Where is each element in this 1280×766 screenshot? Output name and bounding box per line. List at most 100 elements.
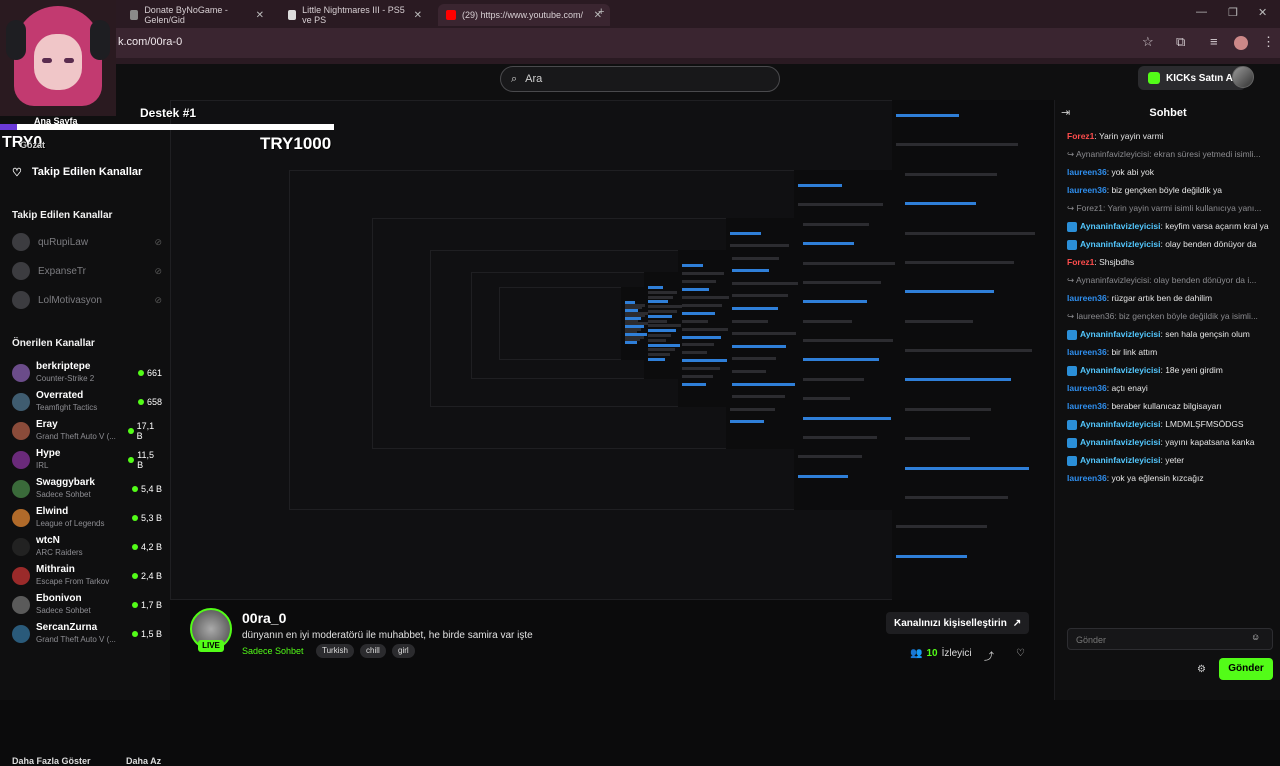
chat-username[interactable]: laureen36	[1067, 185, 1107, 195]
browser-tab-nightmares[interactable]: Little Nightmares III - PS5 ve PS ✕	[280, 4, 430, 26]
chat-username[interactable]: laureen36	[1067, 167, 1107, 177]
avatar[interactable]	[1232, 66, 1254, 88]
nested-chat-line	[895, 525, 988, 529]
category-link[interactable]: Sadece Sohbet	[242, 646, 304, 656]
chat-username[interactable]: Forez1	[1067, 131, 1094, 141]
chat-username[interactable]: Aynaninfavizleyicisi	[1080, 221, 1160, 231]
tab-title: Donate ByNoGame - Gelen/Gid	[144, 5, 228, 25]
chat-username[interactable]: Forez1	[1067, 257, 1094, 267]
badge-icon	[1067, 455, 1077, 466]
chat-text: LMDMLŞFMSÖDGS	[1165, 419, 1244, 429]
show-more-button[interactable]: Daha Fazla Göster	[12, 756, 91, 766]
new-tab-icon[interactable]: +	[598, 6, 604, 18]
badge-icon	[1067, 419, 1077, 430]
chat-username[interactable]: laureen36	[1067, 473, 1107, 483]
chat-username[interactable]: Aynaninfavizleyicisi	[1080, 329, 1160, 339]
chat-username[interactable]: Aynaninfavizleyicisi	[1080, 239, 1160, 249]
video-player[interactable]	[170, 100, 1050, 600]
chat-username[interactable]: Aynaninfavizleyicisi	[1080, 365, 1160, 375]
chat-username[interactable]: laureen36	[1067, 383, 1107, 393]
chat-username[interactable]: laureen36	[1067, 293, 1107, 303]
recommended-channel-item[interactable]: Mithrain Escape From Tarkov 2,4 B	[12, 563, 162, 589]
close-icon[interactable]: ✕	[256, 10, 264, 21]
chat-message: Aynaninfavizleyicisi: keyfim varsa açarı…	[1067, 220, 1275, 232]
send-button[interactable]: Gönder	[1219, 658, 1273, 680]
chat-username[interactable]: laureen36	[1067, 401, 1107, 411]
share-icon[interactable]: ⤴	[984, 648, 994, 663]
nested-chat-line	[797, 280, 882, 284]
viewer-label: İzleyici	[941, 648, 972, 659]
channel-info: Overrated Teamfight Tactics	[36, 390, 124, 414]
extensions-icon[interactable]: ⧉	[1176, 34, 1185, 50]
nested-chat-line	[681, 351, 708, 355]
follow-icon[interactable]: ♡	[1016, 648, 1025, 659]
recommended-channel-item[interactable]: Ebonivon Sadece Sohbet 1,7 B	[12, 592, 162, 618]
maximize-icon[interactable]: ❐	[1228, 6, 1238, 19]
offline-icon: ⊘	[154, 236, 162, 247]
bookmark-star-icon[interactable]: ☆	[1142, 34, 1154, 50]
tag[interactable]: chill	[360, 644, 386, 658]
browser-tab-donate[interactable]: Donate ByNoGame - Gelen/Gid ✕	[122, 4, 272, 26]
viewer-count: 5,3 B	[131, 513, 162, 523]
chat-text: yok ya eğlensin kızcağız	[1111, 473, 1204, 483]
chat-username[interactable]: Aynaninfavizleyicisi	[1080, 419, 1160, 429]
close-window-icon[interactable]: ✕	[1258, 6, 1267, 19]
followed-channel-item[interactable]: quRupiLaw ⊘	[12, 232, 162, 252]
address-bar: k.com/00ra-0 ☆ ⧉ ≡ ⋮	[0, 28, 1280, 58]
chat-message: Forez1: Shsjbdhs	[1067, 256, 1275, 268]
viewer-count: 1,7 B	[131, 600, 162, 610]
followed-channel-item[interactable]: LolMotivasyon ⊘	[12, 290, 162, 310]
minimize-icon[interactable]: —	[1196, 6, 1207, 18]
search-input[interactable]: ⌕ Ara	[500, 66, 780, 92]
gear-icon[interactable]: ⚙	[1197, 664, 1206, 675]
chat-username[interactable]: Aynaninfavizleyicisi	[1080, 437, 1160, 447]
nested-chat-line	[729, 407, 775, 411]
avatar	[12, 364, 30, 382]
tag[interactable]: girl	[392, 644, 415, 658]
nested-chat-line	[681, 359, 728, 363]
recommended-channel-item[interactable]: Swaggybark Sadece Sohbet 5,4 B	[12, 476, 162, 502]
emote-icon[interactable]: ☺	[1251, 632, 1260, 642]
recommended-channel-item[interactable]: wtcN ARC Raiders 4,2 B	[12, 534, 162, 560]
viewer-number: 658	[146, 397, 162, 407]
recommended-channel-item[interactable]: berkriptepe Counter-Strike 2 661	[12, 360, 162, 386]
recommended-channel-item[interactable]: Eray Grand Theft Auto V (... 17,1 B	[12, 418, 162, 444]
followed-channels-link[interactable]: ♡ Takip Edilen Kanallar	[12, 166, 142, 179]
chat-panel: ⇥ Sohbet Forez1: Yarin yayin varmi ↪ Ayna…	[1054, 100, 1280, 700]
chat-message: Aynaninfavizleyicisi: yeter	[1067, 454, 1275, 466]
recommended-channel-item[interactable]: Overrated Teamfight Tactics 658	[12, 389, 162, 415]
media-icon[interactable]: ≡	[1210, 34, 1218, 49]
browser-tab-youtube[interactable]: (29) https://www.youtube.com/ ✕	[438, 4, 610, 26]
recommended-channel-item[interactable]: SercanZurna Grand Theft Auto V (... 1,5 B	[12, 621, 162, 647]
tag[interactable]: Turkish	[316, 644, 354, 658]
reply-icon: ↪	[1067, 149, 1077, 159]
url-field[interactable]: k.com/00ra-0	[118, 36, 182, 48]
chat-text: bir link attım	[1111, 347, 1158, 357]
nested-chat-line	[797, 397, 851, 401]
chat-message: Aynaninfavizleyicisi: sen hala gençsin o…	[1067, 328, 1275, 340]
nested-chat-line	[797, 261, 896, 265]
avatar	[12, 422, 30, 440]
nested-chat-line	[729, 231, 761, 235]
followed-channel-item[interactable]: ExpanseTr ⊘	[12, 261, 162, 281]
recommended-channel-item[interactable]: Hype IRL 11,5 B	[12, 447, 162, 473]
chat-text: olay benden dönüyor da	[1165, 239, 1257, 249]
recommended-channel-item[interactable]: Elwind League of Legends 5,3 B	[12, 505, 162, 531]
kicks-buy-button[interactable]: KICKs Satın Al	[1138, 66, 1246, 90]
show-less-button[interactable]: Daha Az	[126, 756, 161, 766]
viewer-number: 1,5 B	[140, 629, 162, 639]
channel-name: ExpanseTr	[38, 265, 86, 277]
nested-chat-line	[648, 285, 664, 289]
close-icon[interactable]: ✕	[414, 10, 422, 21]
channel-category: IRL	[36, 461, 49, 470]
streamer-name[interactable]: 00ra_0	[242, 610, 286, 626]
menu-icon[interactable]: ⋮	[1262, 34, 1275, 50]
profile-icon[interactable]	[1234, 36, 1248, 50]
chat-username[interactable]: Aynaninfavizleyicisi	[1080, 455, 1160, 465]
chat-input[interactable]: Gönder	[1067, 628, 1273, 650]
chat-username[interactable]: laureen36	[1067, 347, 1107, 357]
customize-channel-button[interactable]: Kanalınızı kişiselleştirin ↗	[886, 612, 1030, 634]
nested-chat-line	[648, 348, 676, 352]
browser-tab-strip: Donate ByNoGame - Gelen/Gid ✕ Little Nig…	[0, 0, 1280, 28]
channel-name: Eray	[36, 419, 58, 430]
